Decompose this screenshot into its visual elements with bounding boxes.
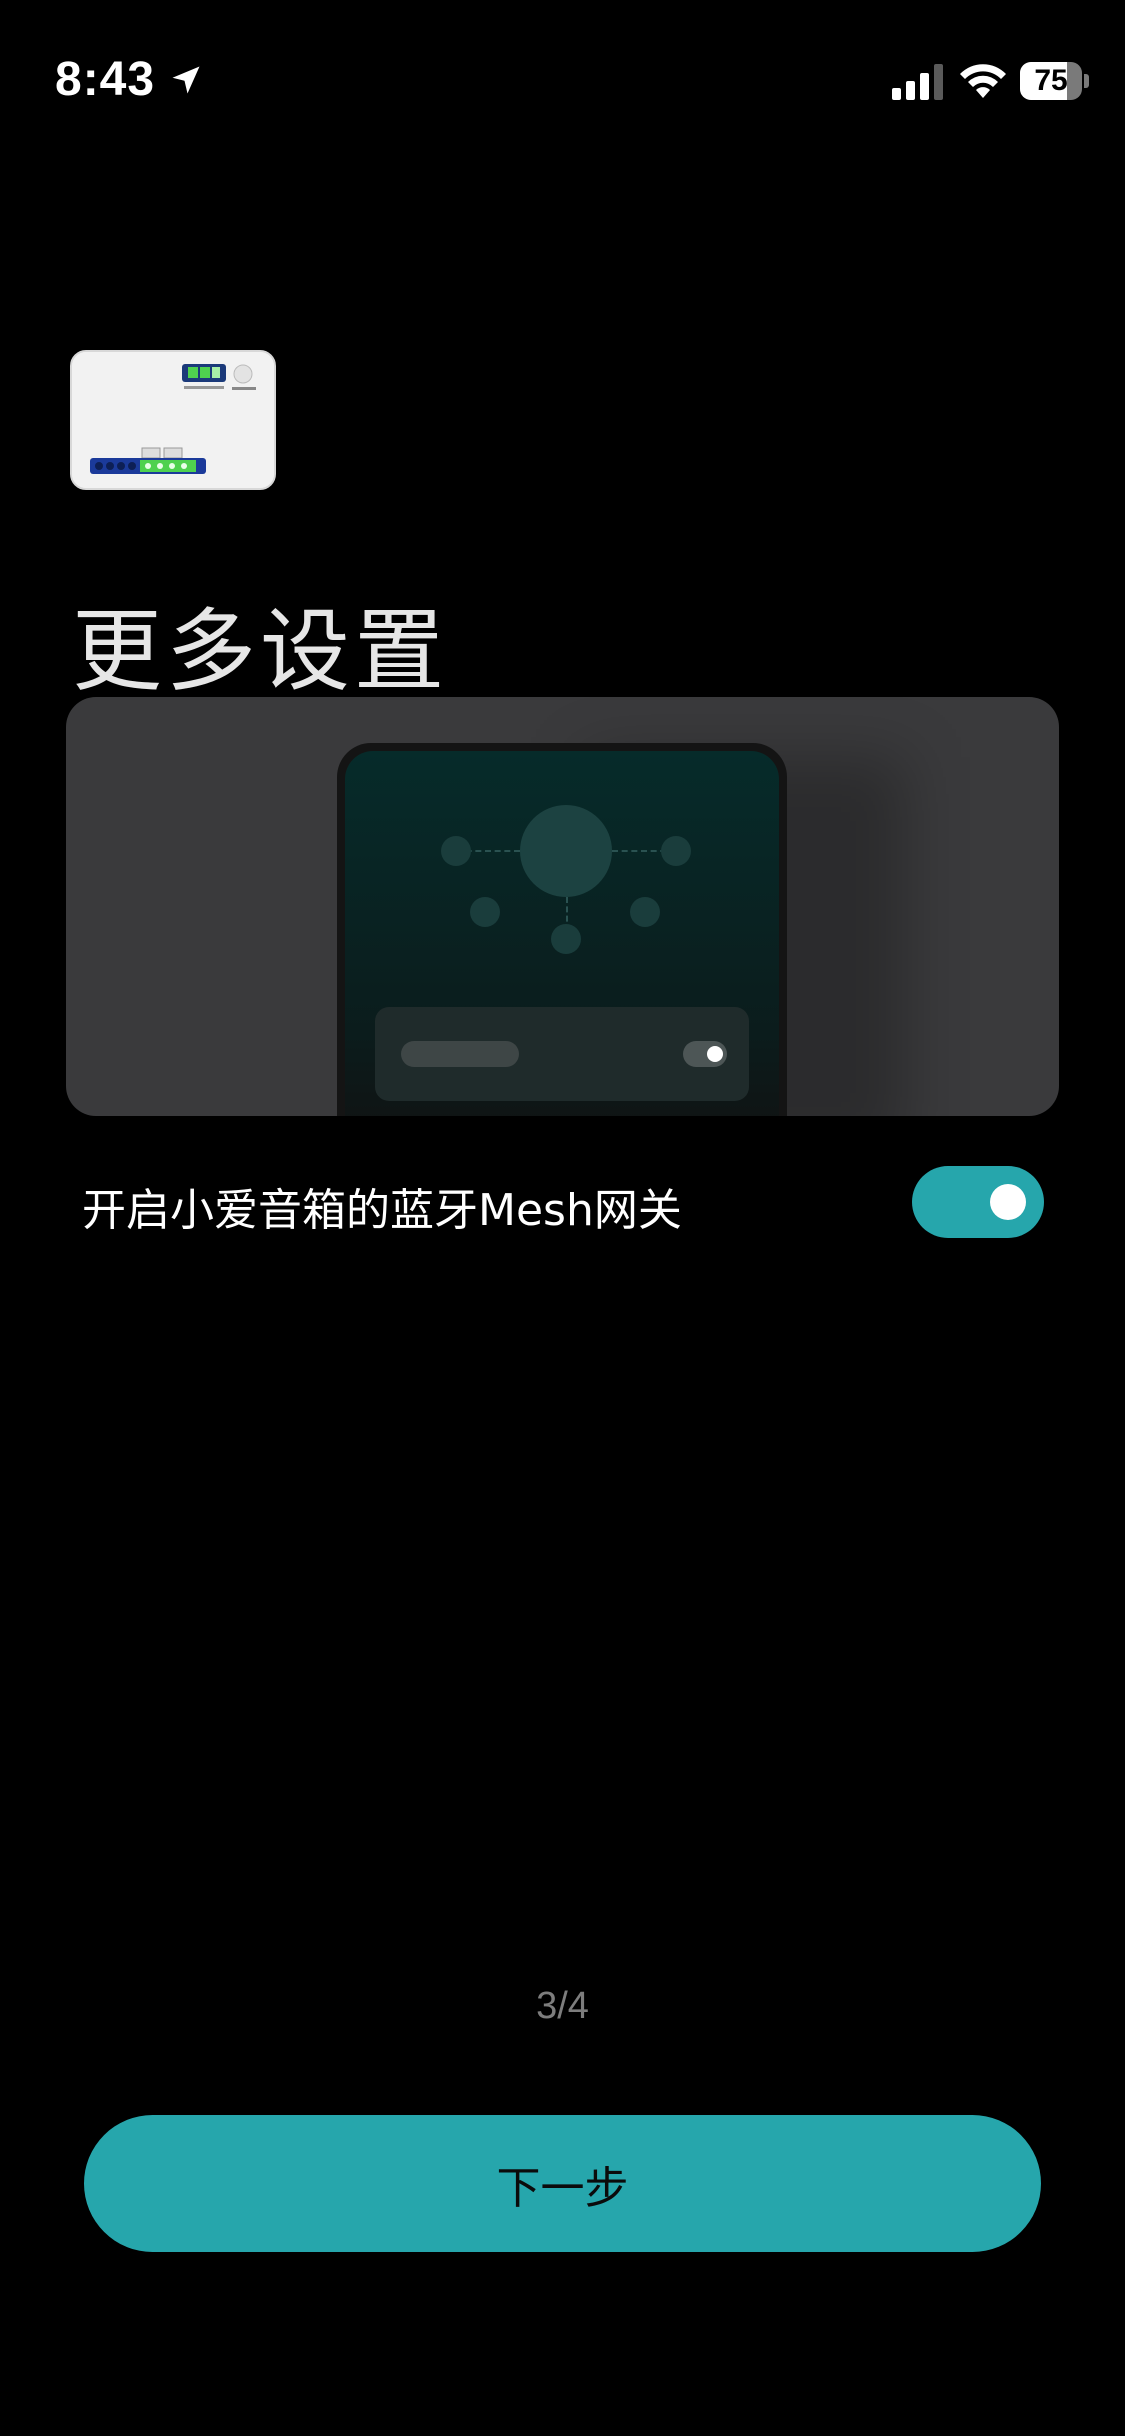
mesh-gateway-setting-row: 开启小爱音箱的蓝牙Mesh网关	[0, 1150, 1125, 1254]
page-title: 更多设置	[72, 599, 448, 704]
battery-level: 75	[1034, 64, 1068, 97]
mesh-node-icon	[661, 836, 691, 866]
next-button[interactable]: 下一步	[84, 2115, 1041, 2252]
location-arrow-icon	[172, 66, 200, 94]
mesh-hub-icon	[520, 805, 612, 897]
cellular-signal-icon	[892, 64, 943, 100]
mesh-node-icon	[630, 897, 660, 927]
mini-toggle-icon	[683, 1041, 727, 1067]
mesh-gateway-toggle[interactable]	[912, 1166, 1044, 1238]
mesh-node-icon	[551, 924, 581, 954]
battery-icon: 75	[1020, 62, 1090, 100]
status-bar: 8:43 75	[0, 0, 1125, 160]
toggle-knob	[990, 1184, 1026, 1220]
page-indicator: 3/4	[536, 1985, 589, 2027]
wifi-icon	[960, 64, 1006, 98]
mesh-node-icon	[441, 836, 471, 866]
mesh-node-icon	[470, 897, 500, 927]
phone-illustration	[337, 743, 787, 1116]
illustration-card	[66, 697, 1059, 1116]
device-image	[70, 350, 276, 490]
status-time: 8:43	[55, 53, 156, 106]
mesh-gateway-label: 开启小爱音箱的蓝牙Mesh网关	[82, 1185, 682, 1236]
phone-setting-panel	[375, 1007, 749, 1101]
